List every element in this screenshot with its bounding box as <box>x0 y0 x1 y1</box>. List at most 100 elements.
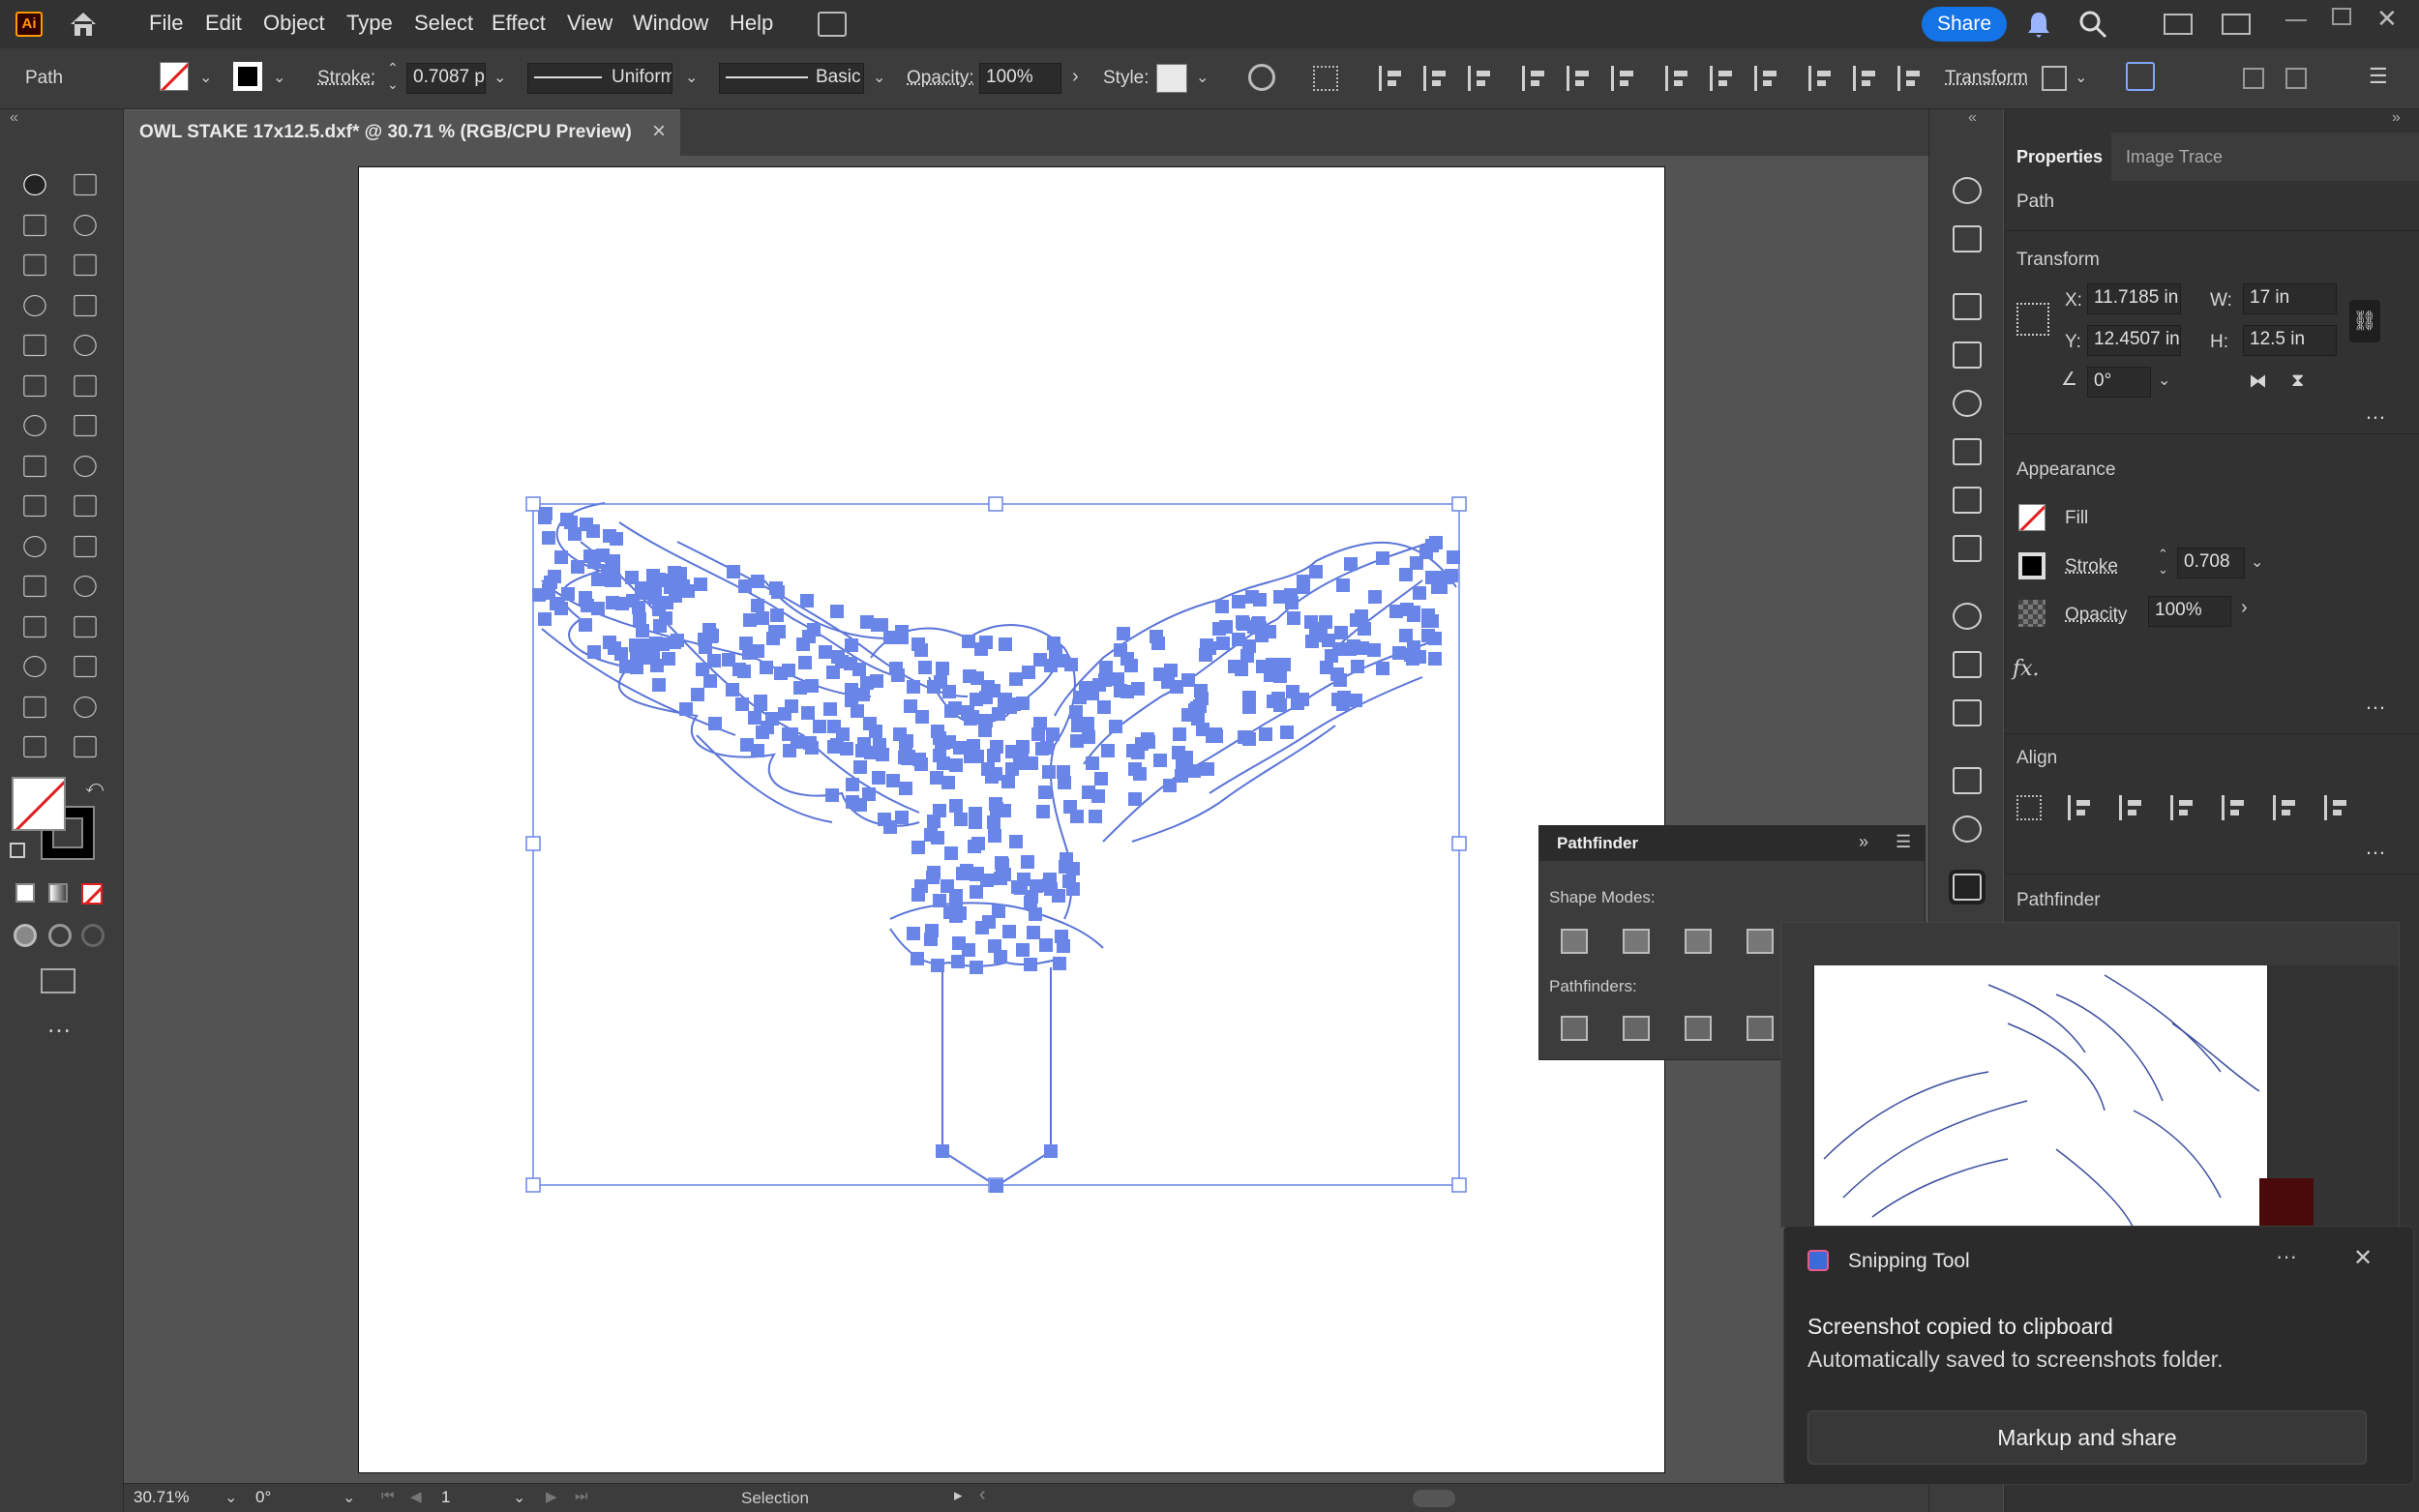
tab-image-trace[interactable]: Image Trace <box>2126 147 2223 167</box>
anchor-point[interactable] <box>853 760 867 774</box>
anchor-point[interactable] <box>1011 880 1025 894</box>
anchor-point[interactable] <box>1425 539 1439 552</box>
anchor-point[interactable] <box>1277 658 1291 671</box>
anchor-point[interactable] <box>1128 762 1142 776</box>
anchor-point[interactable] <box>1027 926 1040 939</box>
anchor-point[interactable] <box>918 661 932 674</box>
anchor-point[interactable] <box>902 750 915 763</box>
anchor-point[interactable] <box>1368 590 1382 604</box>
anchor-point[interactable] <box>1081 717 1094 730</box>
anchor-point[interactable] <box>662 652 675 666</box>
anchor-point[interactable] <box>949 799 963 813</box>
anchor-point[interactable] <box>769 581 783 595</box>
anchor-point[interactable] <box>1007 697 1021 711</box>
anchor-point[interactable] <box>538 612 552 626</box>
anchor-point[interactable] <box>930 771 943 785</box>
anchor-point[interactable] <box>1063 800 1077 814</box>
anchor-point[interactable] <box>691 688 704 701</box>
anchor-point[interactable] <box>1022 666 1035 679</box>
anchor-point[interactable] <box>751 599 764 612</box>
anchor-point[interactable] <box>735 697 749 711</box>
align-vcenter-props-icon[interactable] <box>2273 795 2298 820</box>
anchor-point[interactable] <box>1319 615 1332 629</box>
anchor-point[interactable] <box>1001 775 1015 788</box>
anchor-point[interactable] <box>737 665 751 678</box>
anchor-point[interactable] <box>851 704 864 718</box>
align-hcenter-props-icon[interactable] <box>2119 795 2144 820</box>
anchor-point[interactable] <box>1376 662 1389 675</box>
anchor-point[interactable] <box>800 594 814 608</box>
appearance-more-icon[interactable]: … <box>2365 690 2386 715</box>
anchor-point[interactable] <box>1273 590 1287 604</box>
anchor-point[interactable] <box>1285 596 1299 609</box>
anchor-point[interactable] <box>963 669 976 683</box>
anchor-point[interactable] <box>1200 638 1213 652</box>
anchor-point[interactable] <box>1421 629 1435 642</box>
anchor-point[interactable] <box>1009 672 1023 686</box>
graphic-styles-panel-icon[interactable] <box>1953 535 1982 562</box>
toast-close-icon[interactable]: ✕ <box>2353 1244 2373 1272</box>
anchor-point[interactable] <box>554 602 568 615</box>
anchor-point[interactable] <box>650 659 664 672</box>
anchor-point[interactable] <box>1009 835 1023 848</box>
resize-handle[interactable] <box>526 1178 540 1192</box>
anchor-point[interactable] <box>587 645 601 659</box>
anchor-point[interactable] <box>1079 681 1092 695</box>
anchor-point[interactable] <box>696 663 709 676</box>
anchor-point[interactable] <box>1044 1144 1058 1158</box>
anchor-point[interactable] <box>951 955 965 968</box>
scroll-left-icon[interactable]: ‹ <box>979 1484 986 1506</box>
anchor-point[interactable] <box>1259 727 1272 741</box>
anchor-point[interactable] <box>970 868 983 881</box>
anchor-point[interactable] <box>883 631 897 644</box>
anchor-point[interactable] <box>1036 805 1050 818</box>
anchor-point[interactable] <box>893 727 907 741</box>
anchor-point[interactable] <box>760 661 773 674</box>
anchor-point[interactable] <box>931 831 944 845</box>
anchor-point[interactable] <box>738 579 752 593</box>
anchor-point[interactable] <box>636 638 649 652</box>
anchor-point[interactable] <box>619 660 633 673</box>
anchor-point[interactable] <box>845 683 858 697</box>
stroke-weight-props-chevron-icon[interactable]: ⌄ <box>2251 552 2263 572</box>
anchor-point[interactable] <box>819 645 832 659</box>
anchor-point[interactable] <box>911 952 924 965</box>
anchor-point[interactable] <box>1245 590 1259 604</box>
anchor-point[interactable] <box>878 813 891 826</box>
resize-handle[interactable] <box>526 497 540 511</box>
anchor-point[interactable] <box>970 961 983 974</box>
last-artboard-icon[interactable]: ⏭ <box>575 1488 588 1504</box>
anchor-point[interactable] <box>942 685 956 698</box>
anchor-point[interactable] <box>1190 701 1204 715</box>
anchor-point[interactable] <box>1228 660 1241 673</box>
anchor-point[interactable] <box>1089 810 1102 823</box>
anchor-point[interactable] <box>568 527 582 541</box>
anchor-point[interactable] <box>830 605 844 618</box>
anchor-point[interactable] <box>754 697 767 711</box>
anchor-point[interactable] <box>971 837 985 850</box>
reference-point-icon[interactable] <box>2016 303 2049 336</box>
anchor-point[interactable] <box>1126 744 1140 757</box>
resize-handle[interactable] <box>1452 837 1466 850</box>
anchor-point[interactable] <box>870 674 883 688</box>
stroke-weight-props-input[interactable]: 0.708 <box>2177 548 2245 578</box>
anchor-point[interactable] <box>1356 641 1369 655</box>
zoom-input[interactable]: 30.71% <box>130 1486 203 1511</box>
anchor-point[interactable] <box>1309 565 1323 578</box>
anchor-point[interactable] <box>798 656 812 669</box>
anchor-point[interactable] <box>1117 627 1130 640</box>
anchor-point[interactable] <box>914 879 928 893</box>
anchor-point[interactable] <box>1049 646 1062 660</box>
anchor-point[interactable] <box>933 894 946 907</box>
anchor-point[interactable] <box>970 885 983 899</box>
anchor-point[interactable] <box>895 811 909 824</box>
anchor-point[interactable] <box>1062 875 1076 888</box>
align-left-props-icon[interactable] <box>2068 795 2093 820</box>
anchor-point[interactable] <box>1042 765 1056 779</box>
anchor-point[interactable] <box>1094 772 1108 786</box>
anchor-point[interactable] <box>911 637 925 651</box>
anchor-point[interactable] <box>544 576 557 589</box>
anchor-point[interactable] <box>1170 680 1183 694</box>
anchor-point[interactable] <box>1173 727 1186 741</box>
opacity-props-arrow-icon[interactable]: › <box>2241 597 2248 619</box>
